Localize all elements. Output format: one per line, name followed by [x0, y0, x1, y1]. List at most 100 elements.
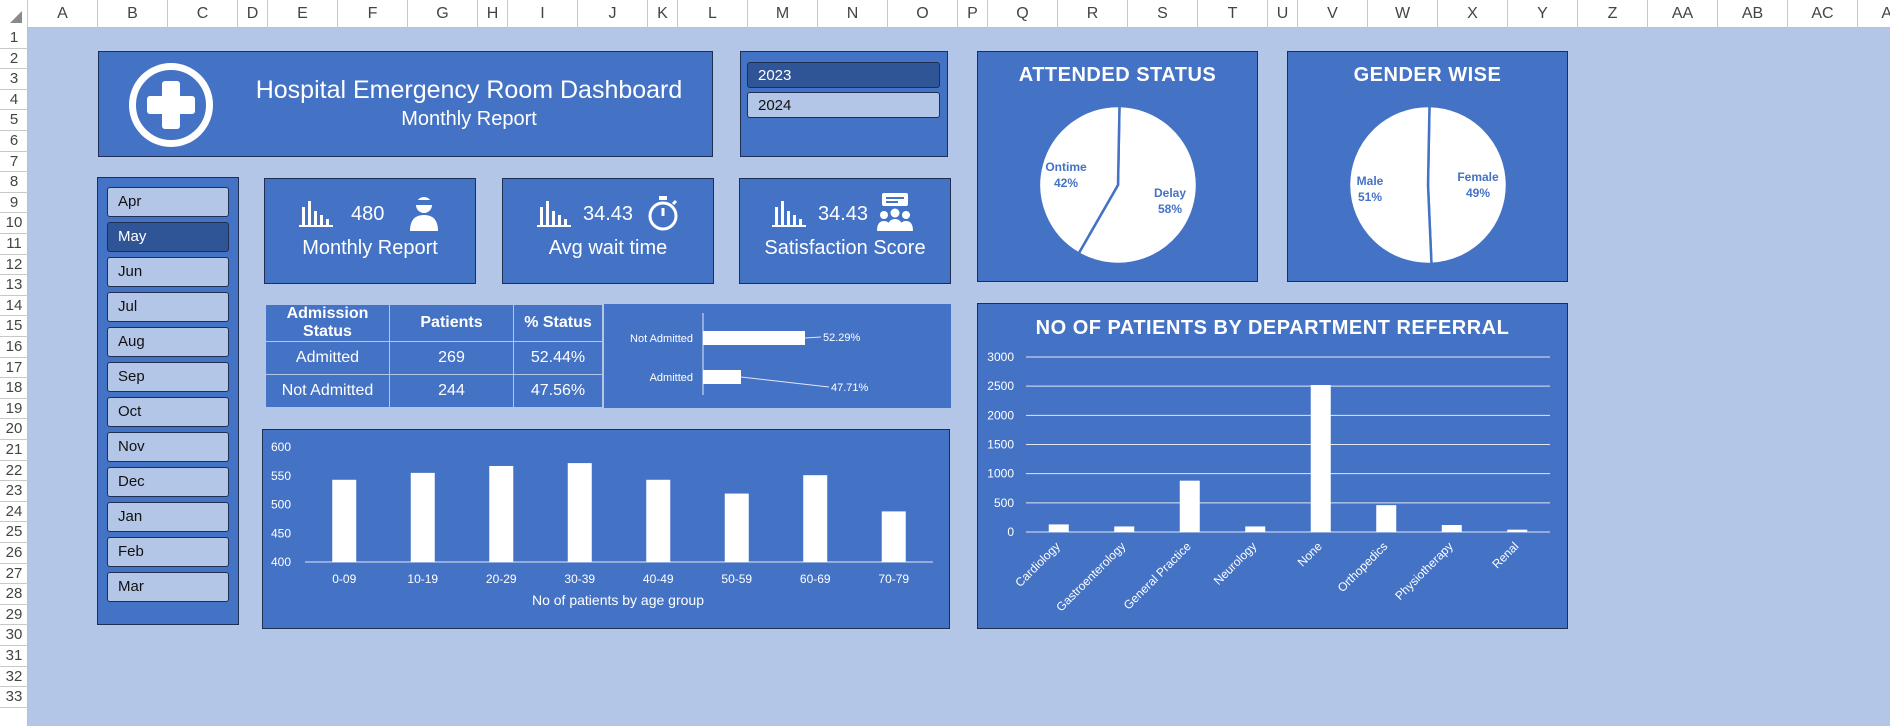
column-header-U[interactable]: U: [1268, 0, 1298, 28]
age-chart-svg: 400 450 500 550 600 0-09 10-19 20-29 30-39 40-49 5…: [271, 440, 933, 608]
column-header-C[interactable]: C: [168, 0, 238, 28]
x-axis-title: No of patients by age group: [532, 592, 704, 608]
data-label: 47.71%: [831, 382, 869, 394]
row-header-14[interactable]: 14: [0, 296, 28, 317]
month-aug-button[interactable]: Aug: [107, 327, 229, 357]
row-header-3[interactable]: 3: [0, 69, 28, 90]
column-header-P[interactable]: P: [958, 0, 988, 28]
month-apr-button[interactable]: Apr: [107, 187, 229, 217]
month-feb-button[interactable]: Feb: [107, 537, 229, 567]
month-jul-button[interactable]: Jul: [107, 292, 229, 322]
month-jan-button[interactable]: Jan: [107, 502, 229, 532]
row-header-33[interactable]: 33: [0, 687, 28, 708]
row-header-13[interactable]: 13: [0, 275, 28, 296]
column-header-AA[interactable]: AA: [1648, 0, 1718, 28]
row-header-26[interactable]: 26: [0, 543, 28, 564]
row-header-23[interactable]: 23: [0, 481, 28, 502]
year-2023-button[interactable]: 2023: [747, 62, 940, 88]
column-header-Y[interactable]: Y: [1508, 0, 1578, 28]
y-tick-label: 2000: [987, 408, 1014, 422]
department-referral-chart[interactable]: NO OF PATIENTS BY DEPARTMENT REFERRAL 05…: [977, 303, 1568, 629]
row-header-32[interactable]: 32: [0, 667, 28, 688]
row-header-21[interactable]: 21: [0, 440, 28, 461]
column-header-AB[interactable]: AB: [1718, 0, 1788, 28]
x-tick-label: 10-19: [407, 572, 438, 586]
column-header-J[interactable]: J: [578, 0, 648, 28]
dashboard-title: Hospital Emergency Room Dashboard: [255, 76, 683, 104]
row-header-24[interactable]: 24: [0, 502, 28, 523]
x-tick-label: Neurology: [1211, 539, 1260, 588]
column-header-E[interactable]: E: [268, 0, 338, 28]
row-header-6[interactable]: 6: [0, 131, 28, 152]
row-header-17[interactable]: 17: [0, 358, 28, 379]
select-all-corner[interactable]: [0, 0, 28, 28]
table-cell: Admitted: [265, 341, 390, 375]
row-header-4[interactable]: 4: [0, 90, 28, 111]
row-header-7[interactable]: 7: [0, 152, 28, 173]
attended-status-chart[interactable]: ATTENDED STATUS Delay 58% Ontime 42%: [977, 51, 1258, 282]
column-header-K[interactable]: K: [648, 0, 678, 28]
row-header-18[interactable]: 18: [0, 378, 28, 399]
month-nov-button[interactable]: Nov: [107, 432, 229, 462]
column-header-A[interactable]: A: [28, 0, 98, 28]
age-group-chart[interactable]: 400 450 500 550 600 0-09 10-19 20-29 30-39 40-49 5…: [262, 429, 950, 629]
row-header-27[interactable]: 27: [0, 564, 28, 585]
column-header-D[interactable]: D: [238, 0, 268, 28]
column-header-AD[interactable]: AD: [1858, 0, 1890, 28]
column-header-M[interactable]: M: [748, 0, 818, 28]
row-header-9[interactable]: 9: [0, 193, 28, 214]
column-headers: ABCDEFGHIJKLMNOPQRSTUVWXYZAAABACAD: [0, 0, 1890, 28]
bar: [1441, 525, 1462, 532]
row-header-30[interactable]: 30: [0, 625, 28, 646]
column-header-Q[interactable]: Q: [988, 0, 1058, 28]
row-header-8[interactable]: 8: [0, 172, 28, 193]
table-row: Admitted 269 52.44%: [265, 341, 603, 375]
doctor-icon: [410, 197, 438, 231]
column-header-G[interactable]: G: [408, 0, 478, 28]
column-header-B[interactable]: B: [98, 0, 168, 28]
row-header-28[interactable]: 28: [0, 584, 28, 605]
column-header-O[interactable]: O: [888, 0, 958, 28]
column-header-H[interactable]: H: [478, 0, 508, 28]
column-header-L[interactable]: L: [678, 0, 748, 28]
column-header-I[interactable]: I: [508, 0, 578, 28]
kpi-label: Satisfaction Score: [764, 237, 926, 259]
row-header-10[interactable]: 10: [0, 213, 28, 234]
column-header-F[interactable]: F: [338, 0, 408, 28]
row-header-1[interactable]: 1: [0, 28, 28, 49]
bar: [1376, 505, 1397, 532]
kpi-value: 34.43: [818, 203, 869, 225]
row-header-29[interactable]: 29: [0, 605, 28, 626]
row-header-2[interactable]: 2: [0, 49, 28, 70]
column-header-T[interactable]: T: [1198, 0, 1268, 28]
month-dec-button[interactable]: Dec: [107, 467, 229, 497]
column-header-S[interactable]: S: [1128, 0, 1198, 28]
row-header-25[interactable]: 25: [0, 522, 28, 543]
month-oct-button[interactable]: Oct: [107, 397, 229, 427]
year-2024-button[interactable]: 2024: [747, 92, 940, 118]
column-header-R[interactable]: R: [1058, 0, 1128, 28]
gender-wise-chart[interactable]: GENDER WISE Female 49% Male 51%: [1287, 51, 1568, 282]
admission-bar-chart[interactable]: Not Admitted 52.29% Admitted 47.71%: [604, 304, 951, 408]
column-header-N[interactable]: N: [818, 0, 888, 28]
column-header-AC[interactable]: AC: [1788, 0, 1858, 28]
column-header-W[interactable]: W: [1368, 0, 1438, 28]
month-may-button[interactable]: May: [107, 222, 229, 252]
row-header-31[interactable]: 31: [0, 646, 28, 667]
row-header-20[interactable]: 20: [0, 419, 28, 440]
row-header-16[interactable]: 16: [0, 337, 28, 358]
bar: [881, 511, 906, 562]
row-header-5[interactable]: 5: [0, 110, 28, 131]
row-header-12[interactable]: 12: [0, 255, 28, 276]
month-mar-button[interactable]: Mar: [107, 572, 229, 602]
row-header-11[interactable]: 11: [0, 234, 28, 255]
row-header-15[interactable]: 15: [0, 316, 28, 337]
column-header-V[interactable]: V: [1298, 0, 1368, 28]
row-header-19[interactable]: 19: [0, 399, 28, 420]
column-header-Z[interactable]: Z: [1578, 0, 1648, 28]
row-header-22[interactable]: 22: [0, 461, 28, 482]
column-header-X[interactable]: X: [1438, 0, 1508, 28]
month-jun-button[interactable]: Jun: [107, 257, 229, 287]
month-sep-button[interactable]: Sep: [107, 362, 229, 392]
category-label: Admitted: [650, 372, 693, 384]
